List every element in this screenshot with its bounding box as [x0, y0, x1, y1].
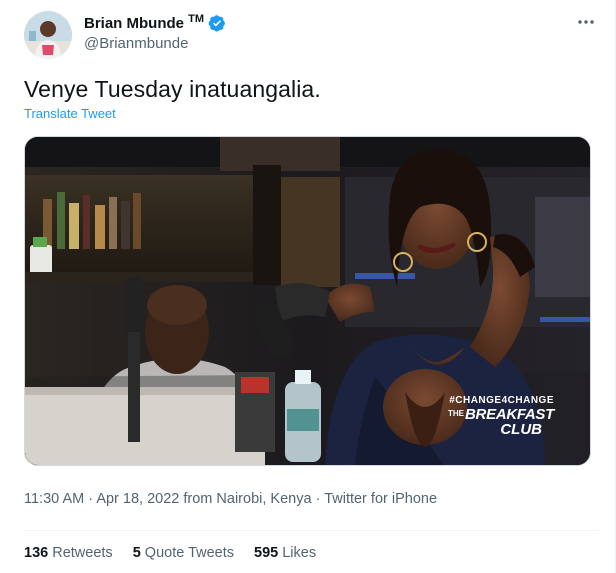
author-handle[interactable]: @Brianmbunde	[84, 35, 188, 52]
avatar-image	[24, 11, 72, 59]
translate-tweet-link[interactable]: Translate Tweet	[24, 106, 116, 121]
watermark-prefix: THE	[448, 409, 465, 418]
more-options-button[interactable]	[577, 12, 595, 30]
author-name[interactable]: Brian Mbunde TM	[84, 13, 204, 32]
quote-tweets-count: 5	[132, 545, 141, 561]
likes-count: 595	[254, 545, 279, 561]
retweets-stat[interactable]: 136 Retweets	[24, 545, 113, 561]
tweet-card: Brian Mbunde TM @Brianmbunde Venye Tuesd…	[0, 0, 616, 573]
tweet-location: from Nairobi, Kenya	[183, 491, 312, 507]
likes-label: Likes	[282, 545, 317, 561]
verified-badge-icon	[208, 14, 225, 31]
tweet-stats: 136 Retweets 5 Quote Tweets 595 Likes	[24, 545, 316, 561]
tweet-date[interactable]: Apr 18, 2022	[96, 491, 179, 507]
show-watermark: #CHANGE4CHANGE THEBREAKFAST CLUB	[448, 395, 554, 438]
retweets-label: Retweets	[52, 545, 113, 561]
divider	[24, 530, 599, 531]
meta-separator: ·	[315, 491, 321, 507]
quote-tweets-stat[interactable]: 5 Quote Tweets	[133, 545, 234, 561]
avatar[interactable]	[24, 11, 72, 59]
likes-stat[interactable]: 595 Likes	[254, 545, 316, 561]
meta-separator: ·	[88, 491, 94, 507]
watermark-hashtag: #CHANGE4CHANGE	[449, 395, 554, 406]
tweet-text: Venye Tuesday inatuangalia.	[24, 76, 321, 102]
quote-tweets-label: Quote Tweets	[144, 545, 234, 561]
more-icon	[578, 20, 594, 24]
tweet-media[interactable]: #CHANGE4CHANGE THEBREAKFAST CLUB	[24, 136, 591, 466]
retweets-count: 136	[24, 545, 49, 561]
tweet-time[interactable]: 11:30 AM	[24, 491, 84, 507]
tweet-meta: 11:30 AM · Apr 18, 2022 from Nairobi, Ke…	[24, 491, 437, 507]
trademark: TM	[188, 13, 205, 25]
author-name-row[interactable]: Brian Mbunde TM	[84, 13, 226, 32]
tweet-source[interactable]: Twitter for iPhone	[324, 491, 437, 507]
